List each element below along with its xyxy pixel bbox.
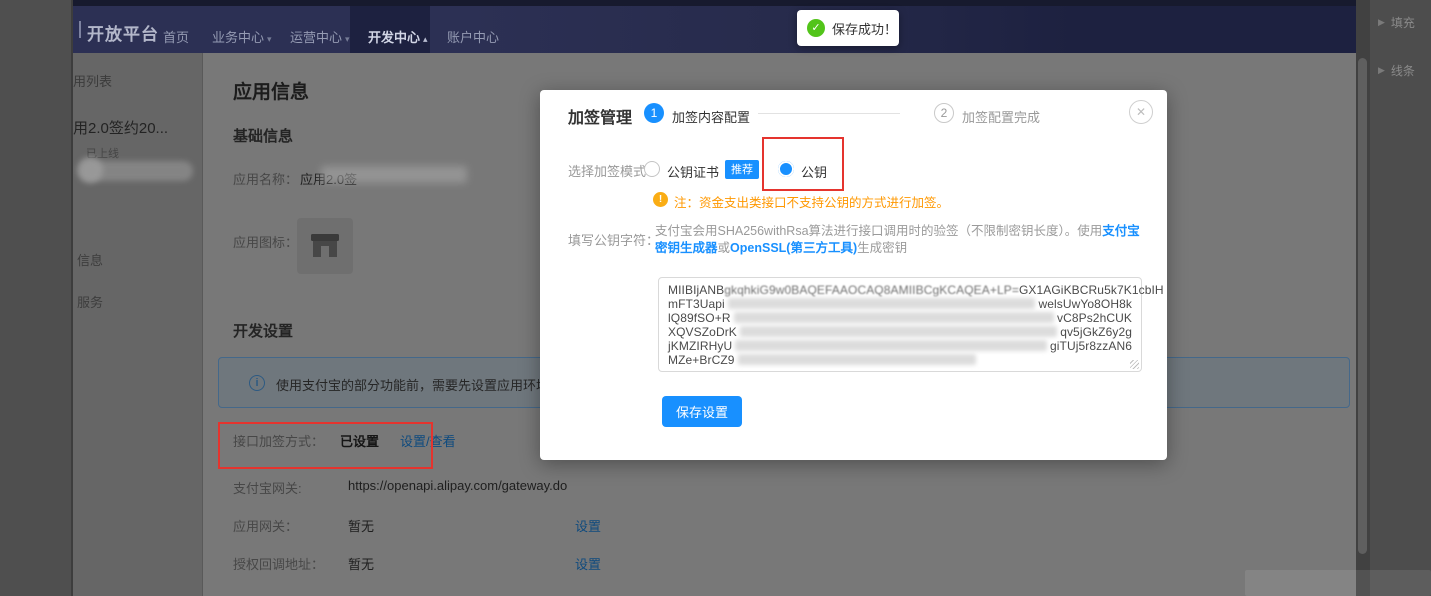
page-title: 应用信息 — [233, 77, 309, 104]
step-1-circle: 1 — [644, 103, 664, 123]
app-gateway-setting-link[interactable]: 设置 — [575, 516, 601, 535]
section-basic-info: 基础信息 — [233, 125, 293, 146]
modal-title: 加签管理 — [568, 104, 632, 128]
public-key-textarea[interactable]: MIIBIjANBgkqhkiG9w0BAQEFAAOCAQ8AMIIBCgKC… — [658, 277, 1142, 372]
radio-public-key-cert[interactable] — [644, 161, 660, 177]
key-line: MIIBIjANBgkqhkiG9w0BAQEFAAOCAQ8AMIIBCgKC… — [668, 283, 1132, 297]
gateway-label: 支付宝网关: — [233, 478, 302, 497]
logo-divider — [79, 21, 81, 38]
caret-up-icon: ▴ — [423, 34, 428, 44]
resize-handle-icon[interactable] — [1130, 360, 1139, 369]
annotation-box-public-key-option — [762, 137, 844, 191]
caret-down-icon: ▾ — [267, 34, 272, 44]
browser-scrollbar — [1356, 0, 1370, 596]
public-key-help: 支付宝会用SHA256withRsa算法进行接口调用时的验签（不限制密钥长度）。… — [655, 223, 1147, 257]
tool-bottom-box — [1245, 570, 1431, 596]
callback-value: 暂无 — [348, 554, 374, 573]
close-icon[interactable]: ✕ — [1129, 100, 1153, 124]
caret-down-icon: ▾ — [345, 34, 350, 44]
key-line: jKMZIRHyUgiTUj5r8zzAN6 — [668, 339, 1132, 353]
redacted-key-segment — [728, 298, 1036, 309]
nav-item-develop[interactable]: 开发中心▴ — [368, 27, 428, 46]
nav-item-home[interactable]: 首页 — [163, 27, 189, 46]
banner-text: 使用支付宝的部分功能前，需要先设置应用环境， — [276, 378, 562, 393]
nav-item-business[interactable]: 业务中心▾ — [212, 27, 272, 46]
info-icon: i — [249, 375, 265, 391]
store-icon — [310, 232, 340, 260]
scrollbar-thumb[interactable] — [1358, 58, 1367, 554]
step-connector — [758, 113, 900, 114]
sidebar-item-service[interactable]: 服务 — [77, 292, 103, 311]
option-public-key-cert[interactable]: 公钥证书 — [667, 162, 719, 181]
recommend-badge: 推荐 — [725, 160, 759, 179]
save-success-toast: ✓ 保存成功！ — [797, 10, 899, 46]
gateway-value: https://openapi.alipay.com/gateway.do — [348, 478, 567, 493]
tool-item-line[interactable]: ▶线条 — [1378, 62, 1415, 79]
screenshot-stage: 开放平台 首页 业务中心▾ 运营中心▾ 开发中心▴ 账户中心 应用列表 应用2.… — [0, 0, 1431, 596]
callback-label: 授权回调地址： — [233, 554, 324, 573]
redacted-app-name — [321, 166, 467, 183]
redacted-key-segment — [738, 354, 976, 365]
annotation-box-sign-mode-row — [218, 422, 433, 469]
key-line: lQ89fSO+RvC8Ps2hCUK — [668, 311, 1132, 325]
warning-text: 注：资金支出类接口不支持公钥的方式进行加签。 — [674, 192, 949, 211]
tool-right-panel: ▶填充 ▶线条 — [1370, 0, 1431, 596]
warning-icon: ! — [653, 192, 668, 207]
sign-management-modal: 加签管理 1 加签内容配置 2 加签配置完成 ✕ 选择加签模式： 公钥证书 推荐… — [540, 90, 1167, 460]
redacted-key-segment — [734, 312, 1054, 323]
triangle-right-icon: ▶ — [1378, 65, 1385, 76]
app-icon — [297, 218, 353, 274]
section-dev-settings: 开发设置 — [233, 320, 293, 341]
callback-setting-link[interactable]: 设置 — [575, 554, 601, 573]
redacted-key-segment — [740, 326, 1057, 337]
app-name-label: 应用名称： — [233, 169, 298, 188]
toast-text: 保存成功！ — [832, 19, 897, 38]
sidebar-back-app-list[interactable]: 应用列表 — [73, 71, 112, 90]
triangle-right-icon: ▶ — [1378, 17, 1385, 28]
openssl-link[interactable]: OpenSSL(第三方工具) — [730, 241, 857, 255]
platform-logo: 开放平台 — [87, 20, 159, 45]
top-navbar: 开放平台 首页 业务中心▾ 运营中心▾ 开发中心▴ 账户中心 — [73, 6, 1356, 53]
step-2-circle: 2 — [934, 103, 954, 123]
key-line: mFT3UapiwelsUwYo8OH8k — [668, 297, 1132, 311]
sidebar-app-name: 应用2.0签约20... — [73, 117, 168, 138]
tool-item-fill[interactable]: ▶填充 — [1378, 14, 1415, 31]
sidebar: 应用列表 应用2.0签约20... 已上线 信息 服务 — [73, 53, 203, 596]
step-1-label: 加签内容配置 — [672, 107, 750, 126]
check-icon: ✓ — [807, 19, 825, 37]
sidebar-item-info[interactable]: 信息 — [77, 250, 103, 269]
app-gateway-label: 应用网关： — [233, 516, 298, 535]
redacted-app-id — [81, 161, 193, 181]
redacted-key-segment — [735, 340, 1047, 351]
public-key-label: 填写公钥字符： — [568, 230, 659, 249]
step-2-label: 加签配置完成 — [962, 107, 1040, 126]
tool-left-strip — [0, 0, 73, 596]
app-icon-label: 应用图标： — [233, 232, 298, 251]
key-line: XQVSZoDrKqv5jGkZ6y2g — [668, 325, 1132, 339]
save-settings-button[interactable]: 保存设置 — [662, 396, 742, 427]
nav-item-operation[interactable]: 运营中心▾ — [290, 27, 350, 46]
key-line: MZe+BrCZ9 — [668, 353, 1132, 367]
nav-item-account[interactable]: 账户中心 — [447, 27, 499, 46]
app-gateway-value: 暂无 — [348, 516, 374, 535]
